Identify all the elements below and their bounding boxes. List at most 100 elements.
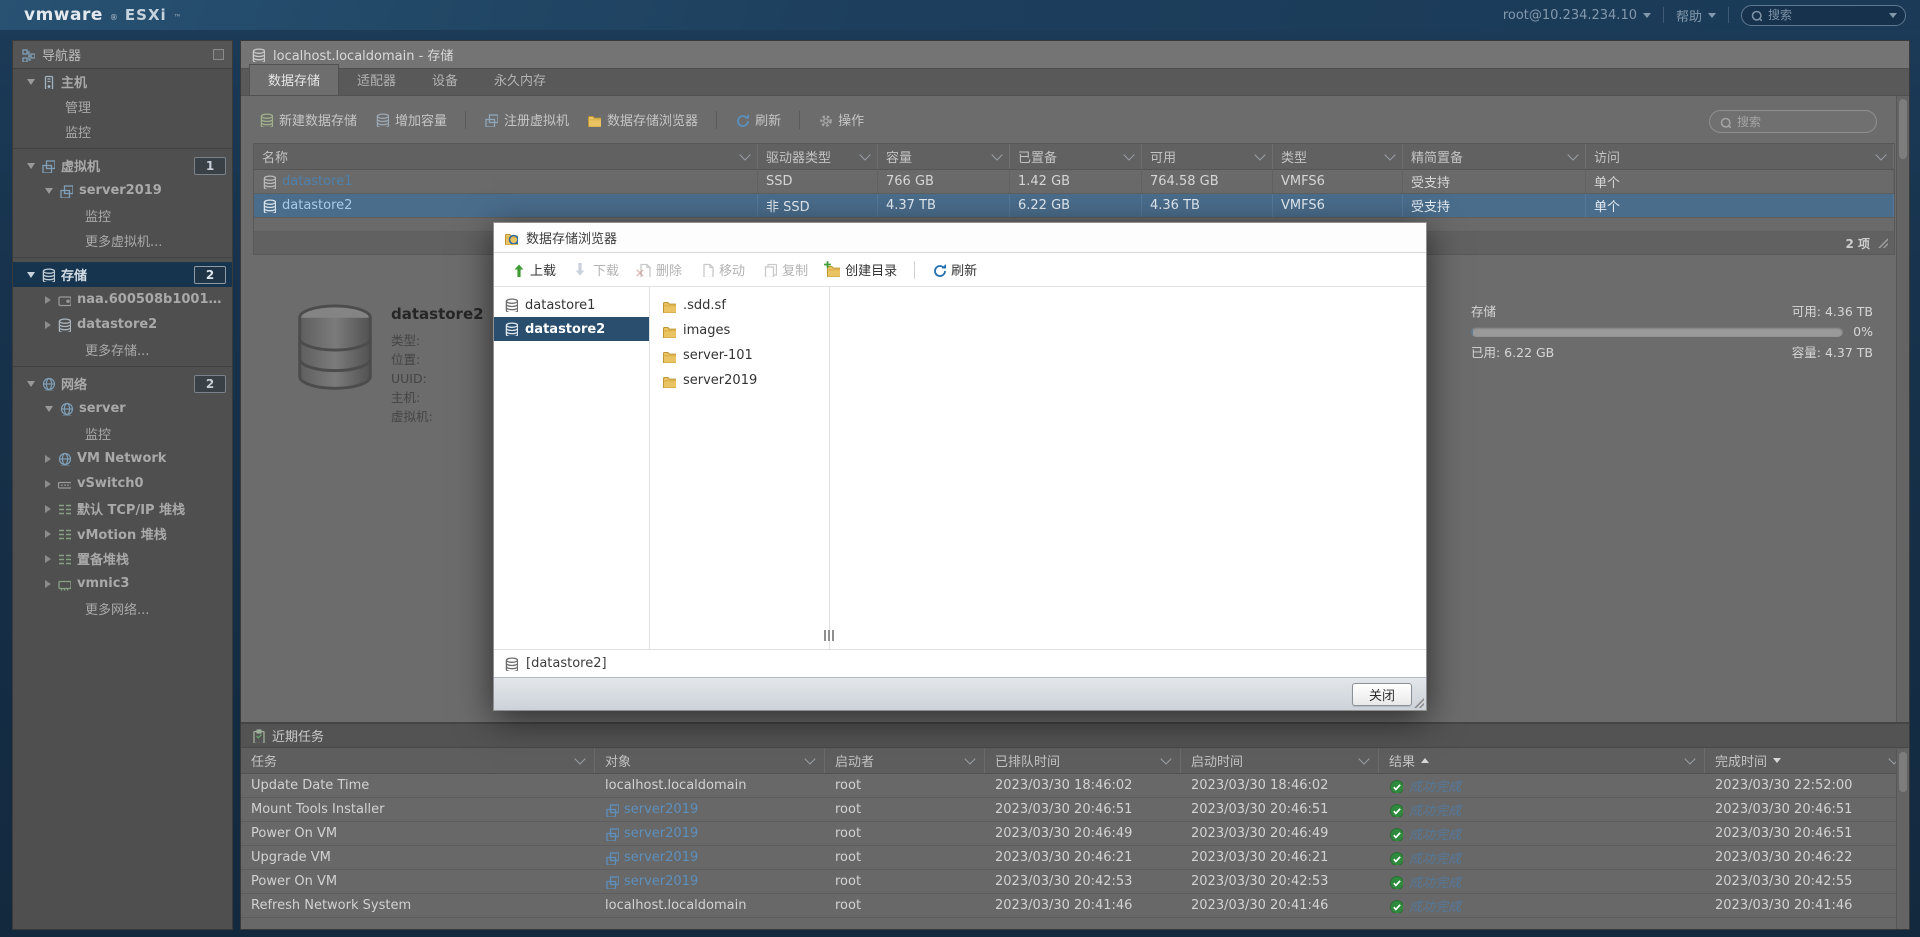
folder-item-images[interactable]: images	[650, 318, 829, 343]
column-header-free[interactable]: 可用	[1142, 144, 1273, 169]
create-directory-button[interactable]: 创建目录	[819, 257, 904, 282]
tab-devices[interactable]: 设备	[414, 65, 476, 95]
caret-right-icon[interactable]	[45, 555, 51, 563]
column-header-initiator[interactable]: 启动者	[825, 748, 985, 773]
actions-button[interactable]: 操作	[812, 108, 870, 131]
caret-right-icon[interactable]	[45, 480, 51, 488]
chevron-down-icon[interactable]	[1160, 753, 1171, 764]
caret-right-icon[interactable]	[45, 505, 51, 513]
column-header-type[interactable]: 类型	[1273, 144, 1403, 169]
dialog-resize-grip[interactable]	[1414, 698, 1424, 708]
sidebar-item-monitor-network[interactable]: 监控	[13, 421, 232, 446]
column-header-drive-type[interactable]: 驱动器类型	[758, 144, 878, 169]
content-scrollbar[interactable]	[1896, 96, 1909, 722]
chevron-down-icon[interactable]	[1254, 149, 1265, 160]
sidebar-item-vswitch0[interactable]: vSwitch0	[13, 471, 232, 496]
chevron-down-icon[interactable]	[991, 149, 1002, 160]
caret-right-icon[interactable]	[45, 580, 51, 588]
chevron-down-icon[interactable]	[1684, 753, 1695, 764]
column-header-capacity[interactable]: 容量	[878, 144, 1010, 169]
vm-target-link[interactable]: server2019	[605, 826, 698, 841]
global-search-input[interactable]	[1768, 8, 1883, 22]
task-row[interactable]: Mount Tools Installer server2019 root 20…	[241, 798, 1909, 822]
sidebar-item-vms[interactable]: 虚拟机 1	[13, 153, 232, 178]
datastore-list-item-datastore2[interactable]: datastore2	[494, 317, 649, 341]
task-row[interactable]: Update Date Time localhost.localdomain r…	[241, 774, 1909, 798]
global-search[interactable]	[1741, 5, 1906, 26]
sidebar-item-vmnic3[interactable]: vmnic3	[13, 571, 232, 596]
caret-right-icon[interactable]	[45, 296, 51, 304]
chevron-down-icon[interactable]	[1889, 13, 1897, 18]
column-header-target[interactable]: 对象	[595, 748, 825, 773]
sidebar-item-networking[interactable]: 网络 2	[13, 371, 232, 396]
column-header-started[interactable]: 启动时间	[1181, 748, 1379, 773]
table-resize-grip[interactable]	[1878, 238, 1888, 248]
folder-item-server2019[interactable]: server2019	[650, 368, 829, 393]
chevron-down-icon[interactable]	[859, 149, 870, 160]
sidebar-item-more-vms[interactable]: 更多虚拟机...	[13, 228, 232, 253]
task-row[interactable]: Upgrade VM server2019 root 2023/03/30 20…	[241, 846, 1909, 870]
tab-persistent-memory[interactable]: 永久内存	[476, 65, 564, 95]
column-header-name[interactable]: 名称	[254, 144, 758, 169]
sidebar-item-vmotion-stack[interactable]: vMotion 堆栈	[13, 521, 232, 546]
scrollbar-thumb[interactable]	[1899, 752, 1907, 792]
refresh-button[interactable]: 刷新	[729, 108, 787, 131]
datastore2-link[interactable]: datastore2	[282, 198, 352, 213]
sidebar-item-server-network[interactable]: server	[13, 396, 232, 421]
task-row[interactable]: Power On VM server2019 root 2023/03/30 2…	[241, 870, 1909, 894]
caret-down-icon[interactable]	[27, 381, 35, 387]
caret-down-icon[interactable]	[45, 406, 53, 412]
chevron-down-icon[interactable]	[739, 149, 750, 160]
sidebar-item-provisioning-stack[interactable]: 置备堆栈	[13, 546, 232, 571]
table-row-datastore2[interactable]: datastore2 非 SSD 4.37 TB 6.22 GB 4.36 TB…	[254, 194, 1894, 218]
increase-capacity-button[interactable]: 增加容量	[369, 108, 453, 131]
new-datastore-button[interactable]: 新建数据存储	[253, 108, 363, 131]
datastore-search-input[interactable]	[1737, 115, 1867, 129]
sidebar-item-host[interactable]: 主机	[13, 69, 232, 94]
column-header-result[interactable]: 结果	[1379, 748, 1705, 773]
help-menu[interactable]: 帮助	[1676, 6, 1716, 25]
sidebar-item-naa-disk[interactable]: naa.600508b1001c25af...	[13, 287, 232, 312]
scrollbar-thumb[interactable]	[1899, 99, 1907, 159]
column-header-provisioned[interactable]: 已置备	[1010, 144, 1142, 169]
sidebar-item-monitor-host[interactable]: 监控	[13, 119, 232, 144]
datastore-browser-button[interactable]: 数据存储浏览器	[581, 108, 704, 131]
dialog-refresh-button[interactable]: 刷新	[925, 257, 984, 282]
vm-target-link[interactable]: server2019	[605, 802, 698, 817]
caret-down-icon[interactable]	[27, 272, 35, 278]
task-row[interactable]: Power On VM server2019 root 2023/03/30 2…	[241, 822, 1909, 846]
sidebar-item-server2019[interactable]: server2019	[13, 178, 232, 203]
task-row[interactable]: Refresh Network System localhost.localdo…	[241, 894, 1909, 918]
sidebar-item-more-storage[interactable]: 更多存储...	[13, 337, 232, 362]
vm-target-link[interactable]: server2019	[605, 874, 698, 889]
chevron-down-icon[interactable]	[574, 753, 585, 764]
datastore-search[interactable]	[1709, 110, 1877, 133]
tab-adapters[interactable]: 适配器	[339, 65, 414, 95]
chevron-down-icon[interactable]	[1875, 149, 1886, 160]
sidebar-item-default-tcpip-stack[interactable]: 默认 TCP/IP 堆栈	[13, 496, 232, 521]
column-header-access[interactable]: 访问	[1586, 144, 1894, 169]
table-row-datastore1[interactable]: datastore1 SSD 766 GB 1.42 GB 764.58 GB …	[254, 170, 1894, 194]
folder-item-server-101[interactable]: server-101	[650, 343, 829, 368]
vm-target-link[interactable]: server2019	[605, 850, 698, 865]
user-menu[interactable]: root@10.234.234.10	[1503, 8, 1651, 23]
datastore-list-item-datastore1[interactable]: datastore1	[494, 293, 649, 317]
download-button[interactable]: 下载	[567, 257, 626, 282]
delete-button[interactable]: 删除	[630, 257, 689, 282]
datastore1-link[interactable]: datastore1	[282, 174, 352, 189]
chevron-down-icon[interactable]	[964, 753, 975, 764]
upload-button[interactable]: 上载	[504, 257, 563, 282]
tasks-scrollbar[interactable]	[1896, 749, 1909, 929]
caret-down-icon[interactable]	[27, 163, 35, 169]
sidebar-item-more-networks[interactable]: 更多网络...	[13, 596, 232, 621]
caret-right-icon[interactable]	[45, 455, 51, 463]
sidebar-item-manage[interactable]: 管理	[13, 94, 232, 119]
caret-right-icon[interactable]	[45, 530, 51, 538]
caret-right-icon[interactable]	[45, 321, 51, 329]
collapse-panel-icon[interactable]	[213, 49, 224, 60]
tab-datastores[interactable]: 数据存储	[249, 64, 339, 95]
chevron-down-icon[interactable]	[1384, 149, 1395, 160]
chevron-down-icon[interactable]	[1567, 149, 1578, 160]
caret-down-icon[interactable]	[45, 188, 53, 194]
folder-item-sdd-sf[interactable]: .sdd.sf	[650, 293, 829, 318]
